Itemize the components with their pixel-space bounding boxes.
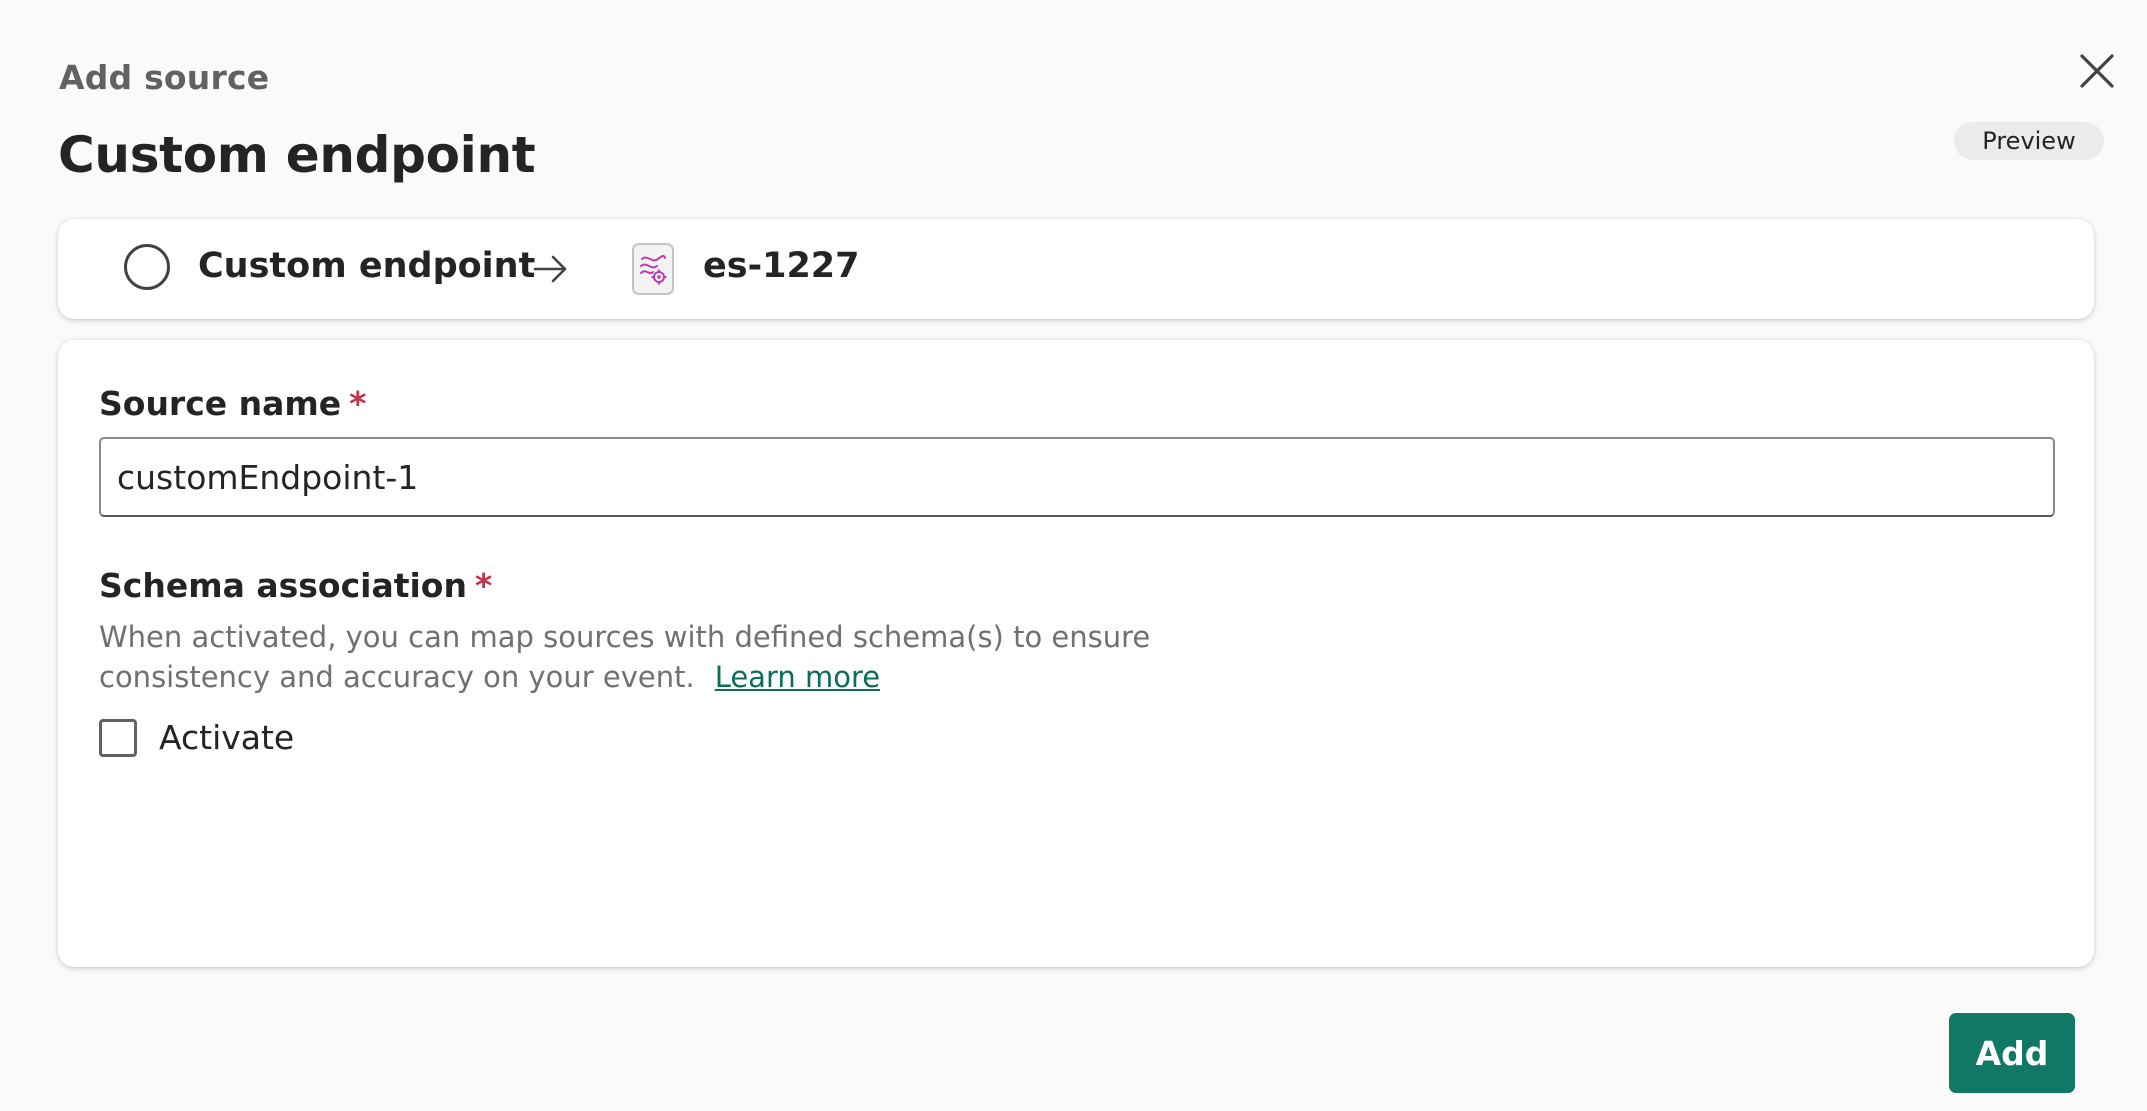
schema-association-help: When activated, you can map sources with… [99, 620, 1151, 694]
required-marker: * [349, 384, 367, 423]
activate-checkbox-row[interactable]: Activate [99, 718, 294, 757]
source-form-card: Source name* Schema association* When ac… [58, 340, 2094, 967]
add-source-dialog: Add source Custom endpoint Preview Custo… [0, 0, 2147, 1111]
add-button[interactable]: Add [1949, 1013, 2075, 1093]
eventstream-icon [632, 243, 674, 295]
source-name-input[interactable] [99, 437, 2055, 517]
learn-more-link[interactable]: Learn more [715, 660, 880, 694]
preview-badge: Preview [1954, 122, 2104, 160]
source-flow-card: Custom endpoint es-1227 [58, 219, 2094, 319]
dialog-title: Custom endpoint [58, 126, 536, 184]
activate-checkbox[interactable] [99, 718, 137, 757]
required-marker: * [474, 566, 493, 605]
source-status-icon [124, 244, 170, 290]
close-button[interactable] [2070, 44, 2124, 98]
arrow-right-icon [533, 255, 567, 283]
dialog-eyebrow: Add source [59, 58, 270, 97]
schema-association-label: Schema association * [99, 566, 493, 605]
flow-source-label: Custom endpoint [198, 246, 536, 286]
flow-destination-label: es-1227 [703, 246, 860, 286]
activate-label: Activate [159, 718, 295, 757]
source-name-label: Source name * [99, 384, 367, 423]
close-icon [2080, 54, 2114, 88]
